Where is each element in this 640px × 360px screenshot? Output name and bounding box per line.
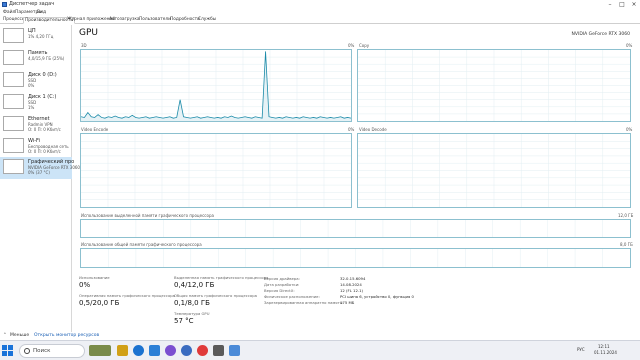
engine-pct-copy: 0% (626, 43, 633, 48)
task-manager-window: Диспетчер задач – □ × Файл Параметры Вид… (0, 0, 640, 360)
wifi-thumbnail-graph (3, 138, 24, 153)
reserved-memory-value: 175 МБ (340, 300, 355, 305)
sidebar-item-value: 0% (28, 83, 35, 88)
engine-pct-video-encode: 0% (348, 127, 355, 132)
gpu-model-name: NVIDIA GeForce RTX 3060 (571, 32, 630, 37)
reserved-memory-label: Зарезервированная аппаратно память: (264, 300, 344, 305)
shared-memory-stat-value: 0,1/8,0 ГБ (174, 299, 210, 307)
engine-label-video-encode[interactable]: Video Encode (81, 127, 108, 132)
sidebar-item-value: О: 0 П: 0 Кбит/с (28, 127, 61, 132)
directx-version-value: 12 (FL 12.1) (340, 288, 363, 293)
start-button[interactable] (2, 345, 14, 357)
minimize-button[interactable]: – (604, 0, 616, 9)
taskbar: Поиск 12:11 01.11.2024 РУС (0, 340, 640, 360)
tab-users[interactable]: Пользователи (138, 17, 172, 24)
taskbar-clock[interactable]: 12:11 (598, 344, 610, 349)
steam-icon[interactable] (181, 345, 192, 356)
close-button[interactable]: × (628, 0, 640, 9)
sidebar-item-cpu[interactable]: ЦП 1% 4,20 ГГц (0, 26, 72, 48)
search-icon (24, 348, 30, 354)
engine-label-copy[interactable]: Copy (359, 43, 369, 48)
gpu-memory-stat-value: 0,5/20,0 ГБ (79, 299, 120, 307)
opera-icon[interactable] (197, 345, 208, 356)
tab-bar: Процессы Производительность Журнал прило… (0, 16, 640, 24)
shared-memory-max: 8,0 ГБ (620, 242, 633, 247)
task-manager-icon (2, 2, 7, 7)
shared-memory-label: Использование общей памяти графического … (81, 242, 202, 247)
graph-3d (80, 49, 352, 122)
driver-date-label: Дата разработки: (264, 282, 300, 287)
search-highlight-icon[interactable] (89, 345, 111, 356)
physical-location-label: Физическое расположение: (264, 294, 320, 299)
disk-c-thumbnail-graph (3, 94, 24, 109)
physical-location-value: PCI шина 6, устройство 0, функция 0 (340, 294, 414, 299)
directx-version-label: Версия DirectX: (264, 288, 295, 293)
bottom-bar: ⌃ Меньше Открыть монитор ресурсов (0, 332, 640, 340)
shared-memory-stat-label: Общая память графического процессора (174, 293, 257, 298)
sidebar-item-value: 1% (28, 105, 35, 110)
gpu-thumbnail-graph (3, 159, 24, 174)
temperature-value: 57 °C (174, 317, 194, 325)
app-icon-purple[interactable] (165, 345, 176, 356)
open-resource-monitor-link[interactable]: Открыть монитор ресурсов (34, 333, 99, 338)
menu-file[interactable]: Файл (3, 10, 15, 15)
engine-pct-video-decode: 0% (626, 127, 633, 132)
mail-icon[interactable] (149, 345, 160, 356)
graph-video-decode (357, 133, 631, 208)
menu-bar: Файл Параметры Вид (0, 9, 640, 16)
maximize-button[interactable]: □ (616, 0, 628, 9)
sidebar-item-ethernet[interactable]: Ethernet Radmin VPN О: 0 П: 0 Кбит/с (0, 114, 72, 136)
sidebar-item-gpu[interactable]: Графический про NVIDIA GeForce RTX 3060 … (0, 157, 80, 179)
file-explorer-icon[interactable] (117, 345, 128, 356)
title-bar: Диспетчер задач – □ × (0, 0, 640, 9)
taskbar-search-box[interactable]: Поиск (19, 344, 85, 358)
dedicated-memory-max: 12,0 ГБ (618, 213, 634, 218)
graph-shared-memory (80, 248, 631, 268)
fewer-details-chevron-icon[interactable]: ⌃ (3, 333, 7, 338)
windows-logo-icon (2, 345, 7, 350)
dedicated-memory-stat-label: Выделенная память графического процессор… (174, 275, 269, 280)
sidebar-item-value: О: 0 П: 0 Кбит/с (28, 149, 61, 154)
sidebar-item-disk-d[interactable]: Диск 0 (D:) SSD 0% (0, 70, 72, 92)
fewer-details-button[interactable]: Меньше (10, 333, 29, 338)
sidebar-item-disk-c[interactable]: Диск 1 (C:) SSD 1% (0, 92, 72, 114)
search-placeholder: Поиск (33, 348, 51, 354)
sidebar-item-subtitle: 1% 4,20 ГГц (28, 34, 54, 39)
sidebar-item-value: 0% (37 °C) (28, 170, 50, 175)
cpu-thumbnail-graph (3, 28, 24, 43)
graph-video-encode (80, 133, 352, 208)
tab-startup[interactable]: Автозагрузка (108, 17, 141, 24)
disk-d-thumbnail-graph (3, 72, 24, 87)
driver-version-label: Версия драйвера: (264, 276, 300, 281)
input-language-indicator[interactable]: РУС (577, 347, 585, 352)
engine-label-video-decode[interactable]: Video Decode (359, 127, 387, 132)
terminal-icon[interactable] (213, 345, 224, 356)
sidebar-item-subtitle: 4,0/15,9 ГБ (25%) (28, 56, 65, 61)
gpu-title: GPU (79, 28, 98, 38)
utilization-value: 0% (79, 281, 91, 289)
taskbar-date[interactable]: 01.11.2024 (594, 350, 617, 355)
engine-pct-3d: 0% (348, 43, 355, 48)
gpu-detail-panel: GPU NVIDIA GeForce RTX 3060 3D 0% Copy 0… (78, 25, 638, 332)
engine-label-3d[interactable]: 3D (81, 43, 87, 48)
sidebar-item-wifi[interactable]: Wi-Fi Беспроводная сеть О: 0 П: 0 Кбит/с (0, 136, 72, 158)
task-manager-taskbar-icon[interactable] (229, 345, 240, 356)
utilization-label: Использование (79, 275, 110, 280)
performance-sidebar: ЦП 1% 4,20 ГГц Память 4,0/15,9 ГБ (25%) … (0, 25, 80, 332)
driver-date-value: 14.08.2024 (340, 282, 362, 287)
dedicated-memory-stat-value: 0,4/12,0 ГБ (174, 281, 215, 289)
menu-view[interactable]: Вид (37, 10, 46, 15)
window-title: Диспетчер задач (9, 1, 55, 7)
graph-dedicated-memory (80, 219, 631, 238)
ethernet-thumbnail-graph (3, 116, 24, 131)
dedicated-memory-label: Использование выделенной памяти графичес… (81, 213, 214, 218)
gpu-memory-stat-label: Оперативная память графического процессо… (79, 293, 175, 298)
temperature-label: Температура GPU (174, 311, 210, 316)
driver-version-value: 32.0.15.6094 (340, 276, 366, 281)
sidebar-item-memory[interactable]: Память 4,0/15,9 ГБ (25%) (0, 48, 72, 70)
graph-copy (357, 49, 631, 122)
tab-services[interactable]: Службы (197, 17, 217, 24)
edge-browser-icon[interactable] (133, 345, 144, 356)
memory-thumbnail-graph (3, 50, 24, 65)
